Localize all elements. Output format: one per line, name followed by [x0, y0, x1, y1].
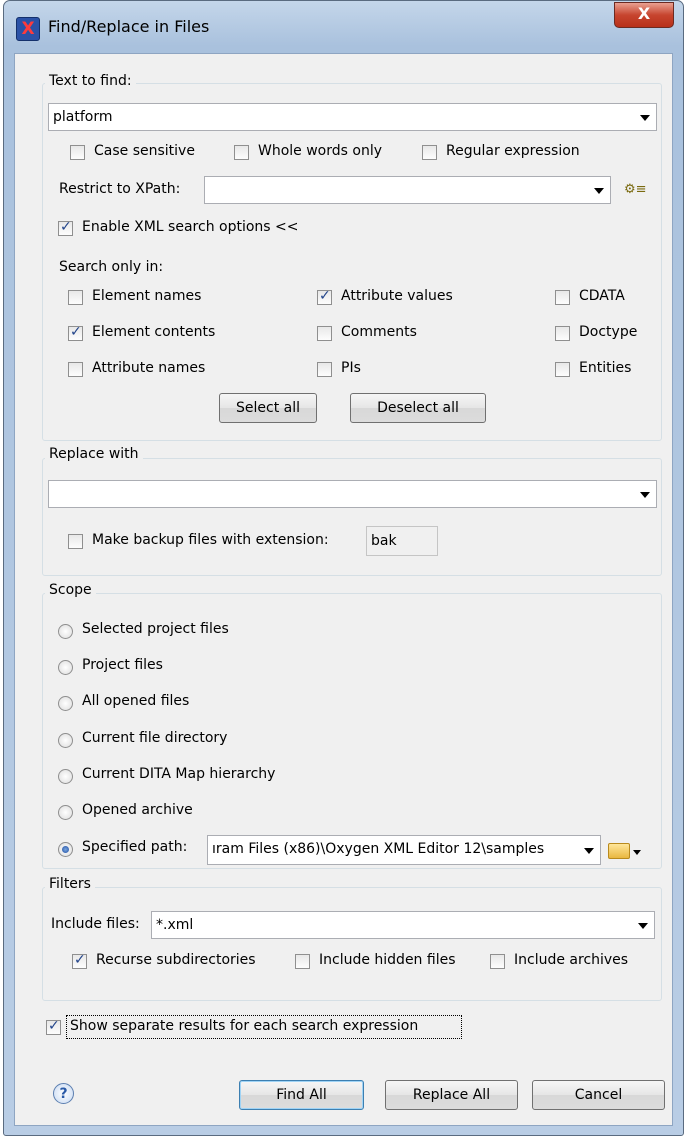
scope-label-project-files[interactable]: Project files — [82, 657, 163, 673]
attribute-names-checkbox[interactable] — [68, 362, 83, 377]
include-archives-label[interactable]: Include archives — [514, 952, 628, 968]
app-icon: X — [16, 17, 40, 41]
attribute-names-label[interactable]: Attribute names — [92, 360, 205, 376]
pis-label[interactable]: PIs — [341, 360, 361, 376]
find-all-button[interactable]: Find All — [239, 1080, 364, 1110]
scope-label-specified-path[interactable]: Specified path: — [82, 839, 187, 855]
element-names-label[interactable]: Element names — [92, 288, 201, 304]
comments-label[interactable]: Comments — [341, 324, 417, 340]
scope-radio-selected-project-files[interactable] — [58, 624, 73, 639]
close-button[interactable]: X — [614, 2, 674, 28]
scope-label-current-file-directory[interactable]: Current file directory — [82, 730, 227, 746]
replace-with-group — [42, 458, 662, 576]
scope-radio-project-files[interactable] — [58, 660, 73, 675]
enable-xml-checkbox[interactable] — [58, 219, 73, 236]
pis-checkbox[interactable] — [317, 362, 332, 377]
scope-legend: Scope — [45, 582, 96, 598]
comments-checkbox[interactable] — [317, 326, 332, 341]
whole-words-checkbox[interactable] — [234, 145, 249, 160]
scope-label-opened-archive[interactable]: Opened archive — [82, 802, 193, 818]
replace-dropdown-icon[interactable] — [640, 492, 650, 498]
search-only-in-label: Search only in: — [59, 259, 164, 275]
scope-radio-opened-archive[interactable] — [58, 805, 73, 820]
include-files-label: Include files: — [51, 916, 140, 932]
select-all-button[interactable]: Select all — [219, 393, 317, 423]
filters-group — [42, 887, 662, 1001]
backup-checkbox[interactable] — [68, 534, 83, 549]
case-sensitive-checkbox[interactable] — [70, 145, 85, 160]
element-contents-label[interactable]: Element contents — [92, 324, 215, 340]
find-combo[interactable]: platform — [48, 103, 657, 131]
help-icon[interactable]: ? — [53, 1083, 74, 1104]
recurse-subdirectories-checkbox[interactable] — [72, 952, 87, 969]
include-files-combo[interactable]: *.xml — [151, 911, 655, 939]
title-bar[interactable]: X Find/Replace in Files X — [4, 1, 683, 57]
replace-all-button[interactable]: Replace All — [385, 1080, 518, 1110]
regex-checkbox[interactable] — [422, 145, 437, 160]
replace-with-legend: Replace with — [45, 446, 143, 462]
xpath-dropdown-icon[interactable] — [594, 188, 604, 194]
cdata-label[interactable]: CDATA — [579, 288, 625, 304]
specified-path-value: ıram Files (x86)\Oxygen XML Editor 12\sa… — [212, 841, 545, 857]
find-value: platform — [53, 109, 113, 125]
entities-label[interactable]: Entities — [579, 360, 631, 376]
specified-path-combo[interactable]: ıram Files (x86)\Oxygen XML Editor 12\sa… — [207, 835, 601, 865]
recurse-subdirectories-label[interactable]: Recurse subdirectories — [96, 952, 256, 968]
scope-label-all-opened-files[interactable]: All opened files — [82, 693, 189, 709]
xpath-label: Restrict to XPath: — [59, 181, 181, 197]
scope-radio-current-dita-map[interactable] — [58, 769, 73, 784]
xpath-options-gear-icon[interactable]: ⚙≡ — [624, 182, 647, 197]
doctype-checkbox[interactable] — [555, 326, 570, 341]
cdata-checkbox[interactable] — [555, 290, 570, 305]
enable-xml-label[interactable]: Enable XML search options << — [82, 219, 299, 235]
include-hidden-label[interactable]: Include hidden files — [319, 952, 456, 968]
cancel-button[interactable]: Cancel — [532, 1080, 665, 1110]
scope-radio-all-opened-files[interactable] — [58, 696, 73, 711]
replace-combo[interactable] — [48, 480, 657, 508]
element-names-checkbox[interactable] — [68, 290, 83, 305]
filters-legend: Filters — [45, 876, 95, 892]
regex-label[interactable]: Regular expression — [446, 143, 580, 159]
backup-label[interactable]: Make backup files with extension: — [92, 532, 329, 548]
include-archives-checkbox[interactable] — [490, 954, 505, 969]
include-files-dropdown-icon[interactable] — [638, 923, 648, 929]
deselect-all-button[interactable]: Deselect all — [350, 393, 486, 423]
include-files-value: *.xml — [156, 917, 194, 933]
browse-folder-icon[interactable] — [608, 843, 630, 859]
scope-radio-specified-path[interactable] — [58, 842, 73, 857]
specified-path-dropdown-icon[interactable] — [584, 848, 594, 854]
find-dropdown-icon[interactable] — [640, 115, 650, 121]
dialog-client: Text to find: platform Case sensitive Wh… — [14, 53, 673, 1126]
backup-extension-field[interactable]: bak — [366, 526, 438, 556]
attribute-values-checkbox[interactable] — [317, 288, 332, 305]
attribute-values-label[interactable]: Attribute values — [341, 288, 453, 304]
backup-extension-value: bak — [371, 533, 397, 549]
dialog-title: Find/Replace in Files — [48, 17, 210, 36]
entities-checkbox[interactable] — [555, 362, 570, 377]
separate-results-checkbox[interactable] — [46, 1018, 61, 1035]
scope-radio-current-file-directory[interactable] — [58, 733, 73, 748]
whole-words-label[interactable]: Whole words only — [258, 143, 382, 159]
text-to-find-legend: Text to find: — [45, 73, 136, 89]
scope-label-current-dita-map[interactable]: Current DITA Map hierarchy — [82, 766, 275, 782]
doctype-label[interactable]: Doctype — [579, 324, 637, 340]
dialog-window: X Find/Replace in Files X Text to find: … — [3, 0, 684, 1136]
element-contents-checkbox[interactable] — [68, 324, 83, 341]
xpath-combo[interactable] — [204, 176, 611, 204]
separate-results-label[interactable]: Show separate results for each search ex… — [70, 1018, 418, 1034]
scope-label-selected-project-files[interactable]: Selected project files — [82, 621, 229, 637]
case-sensitive-label[interactable]: Case sensitive — [94, 143, 195, 159]
include-hidden-checkbox[interactable] — [295, 954, 310, 969]
browse-menu-arrow-icon[interactable] — [633, 850, 641, 855]
